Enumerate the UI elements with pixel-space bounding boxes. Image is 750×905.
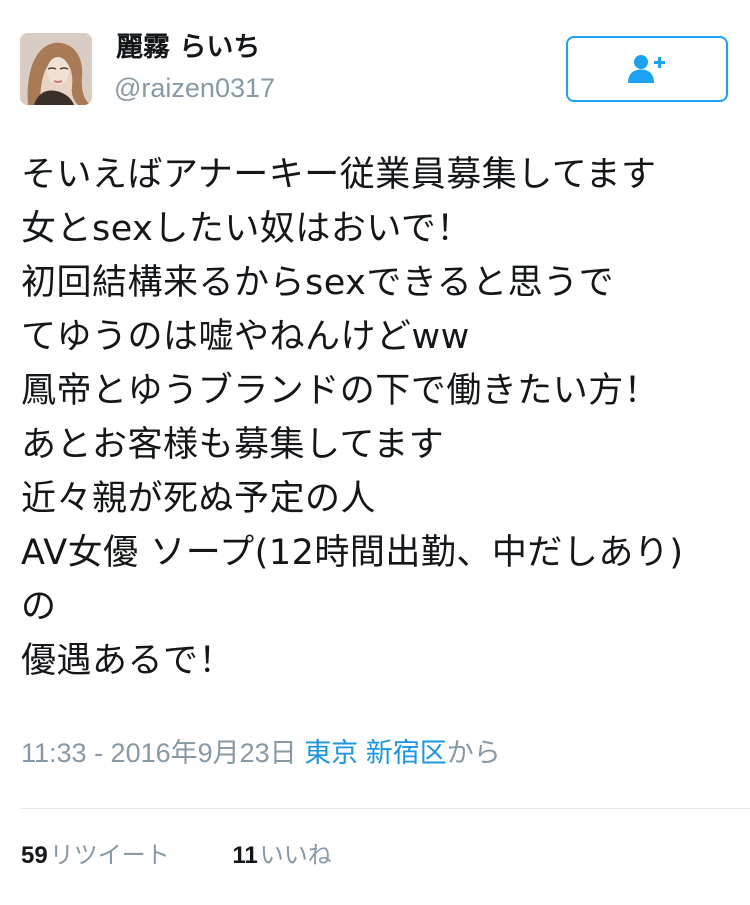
tweet-line: の [21, 587, 57, 627]
retweets-label: リツイート [49, 842, 170, 869]
tweet-line: 鳳帝とゆうブランドの下で働きたい方！ [21, 371, 660, 411]
user-handle[interactable]: @raizen0317 [114, 70, 275, 106]
avatar[interactable] [20, 33, 92, 105]
avatar-image [20, 33, 92, 105]
add-user-icon [628, 55, 665, 83]
tweet-line: 優遇あるで！ [21, 641, 235, 681]
tweet-line: 近々親が死ぬ予定の人 [21, 479, 377, 519]
tweet-metadata: 11:33 - 2016年9月23日 東京 新宿区から [21, 733, 501, 773]
retweets-stat[interactable]: 59リツイート [21, 836, 170, 876]
tweet-card: 麗霧 らいち @raizen0317 そいえばアナーキー従業員募集してます 女と… [0, 0, 750, 905]
likes-count: 11 [232, 842, 258, 869]
tweet-line: てゆうのは嘘やねんけどww [21, 317, 470, 357]
tweet-timestamp[interactable]: 11:33 - 2016年9月23日 [21, 738, 297, 768]
likes-stat[interactable]: 11いいね [232, 836, 331, 876]
tweet-location-link[interactable]: 東京 新宿区 [304, 738, 447, 768]
likes-label: いいね [259, 842, 332, 869]
tweet-line: 女とsexしたい奴はおいで！ [21, 209, 472, 249]
tweet-line: AV女優 ソープ(12時間出勤、中だしあり) [21, 533, 684, 573]
follow-button[interactable] [566, 36, 728, 102]
tweet-line: そいえばアナーキー従業員募集してます [21, 155, 657, 195]
tweet-line: あとお客様も募集してます [21, 425, 445, 465]
tweet-text: そいえばアナーキー従業員募集してます 女とsexしたい奴はおいで！ 初回結構来る… [21, 148, 741, 688]
retweets-count: 59 [21, 842, 48, 869]
tweet-line: 初回結構来るからsexできると思うで [21, 263, 615, 303]
divider [21, 808, 750, 809]
display-name[interactable]: 麗霧 らいち [116, 30, 260, 66]
tweet-stats: 59リツイート 11いいね [21, 836, 332, 876]
location-suffix: から [446, 738, 501, 768]
